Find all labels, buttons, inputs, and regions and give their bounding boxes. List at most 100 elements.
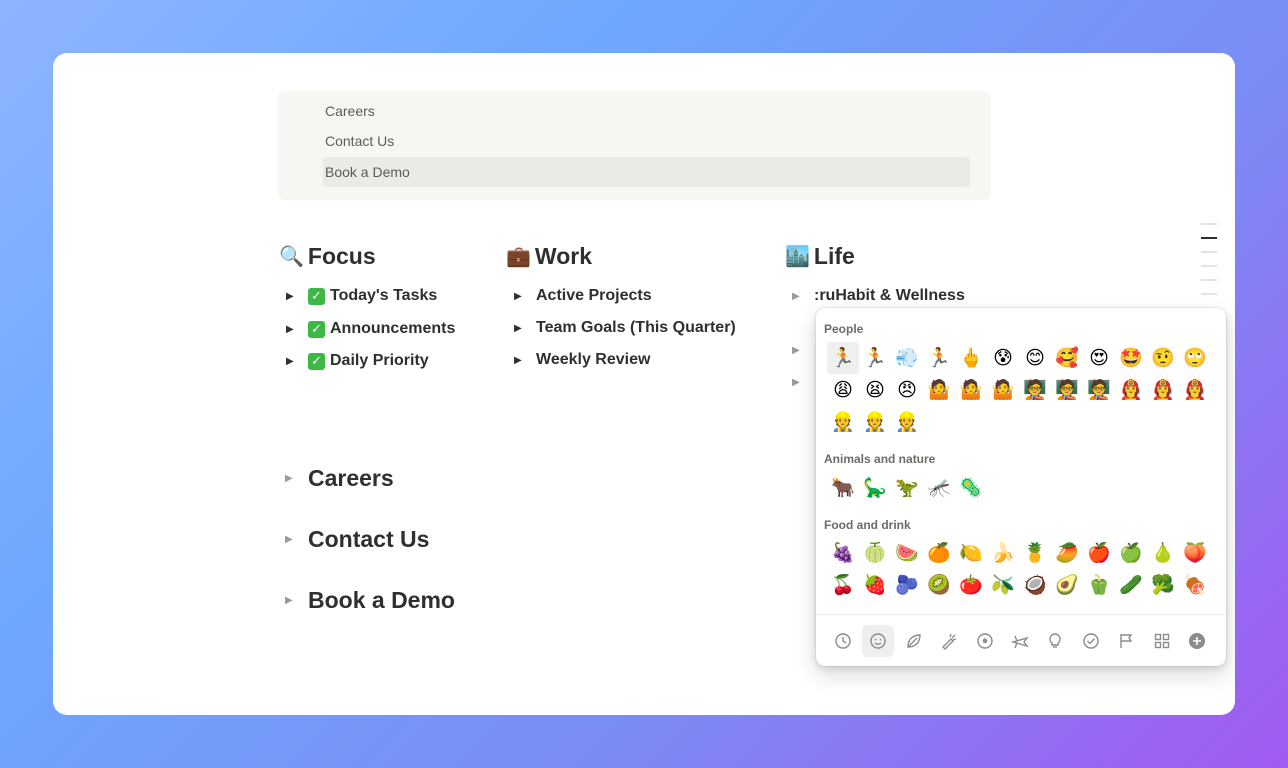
emoji-option[interactable]: 🥝 <box>923 569 955 601</box>
ball-icon[interactable] <box>969 625 1001 657</box>
carrot-icon[interactable] <box>933 625 965 657</box>
emoji-option[interactable]: 🥭 <box>1051 537 1083 569</box>
toggle-todays-tasks[interactable]: ▶ ✓ Today's Tasks <box>286 285 437 307</box>
check-icon: ✓ <box>308 352 325 370</box>
work-heading: 💼 Work <box>506 243 592 270</box>
emoji-option[interactable]: 🖕 <box>955 342 987 374</box>
emoji-option[interactable]: 🥒 <box>1115 569 1147 601</box>
emoji-option[interactable]: 🤷 <box>923 374 955 406</box>
emoji-option[interactable]: 🍑 <box>1179 537 1211 569</box>
emoji-option[interactable]: 🍌 <box>987 537 1019 569</box>
toc-item-careers[interactable]: Careers <box>323 96 970 126</box>
emoji-option[interactable]: 🍎 <box>1083 537 1115 569</box>
emoji-option[interactable]: 😫 <box>859 374 891 406</box>
emoji-option[interactable]: 🍋 <box>955 537 987 569</box>
emoji-option[interactable]: 🍒 <box>827 569 859 601</box>
emoji-option[interactable]: 🍏 <box>1115 537 1147 569</box>
emoji-option[interactable]: 🦕 <box>859 472 891 504</box>
section-title-people: People <box>824 322 864 336</box>
emoji-option[interactable]: 👷 <box>891 406 923 438</box>
emoji-option[interactable]: 🤷 <box>955 374 987 406</box>
emoji-option[interactable]: 🥰 <box>1051 342 1083 374</box>
emoji-option[interactable]: 🙄 <box>1179 342 1211 374</box>
triangle-right-icon[interactable]: ▶ <box>514 323 536 334</box>
emoji-option[interactable]: 🍊 <box>923 537 955 569</box>
emoji-option[interactable]: 🥦 <box>1147 569 1179 601</box>
emoji-option[interactable]: 🦠 <box>955 472 987 504</box>
emoji-option[interactable]: 🍉 <box>891 537 923 569</box>
emoji-option[interactable]: 🍖 <box>1179 569 1211 601</box>
emoji-option[interactable]: 🫐 <box>891 569 923 601</box>
triangle-right-icon[interactable]: ▶ <box>286 291 308 302</box>
emoji-option[interactable]: 😍 <box>1083 342 1115 374</box>
emoji-picker-scroll[interactable]: People 🏃 🏃 💨 🏃 🖕 😰 😊 🥰 😍 🤩 🤨 🙄 😩 😫 😠 🤷 🤷 🤷 🧑‍🏫 🧑‍🏫 🧑‍🏫 👩‍🚒 👩‍🚒… <box>816 308 1226 614</box>
triangle-right-icon[interactable]: ▶ <box>792 291 814 302</box>
emoji-option[interactable]: 😊 <box>1019 342 1051 374</box>
recent-icon[interactable] <box>827 625 859 657</box>
emoji-option[interactable]: 🏃 <box>923 342 955 374</box>
emoji-option[interactable]: 🫒 <box>987 569 1019 601</box>
emoji-option[interactable]: 🦖 <box>891 472 923 504</box>
emoji-option[interactable]: 👩‍🚒 <box>1179 374 1211 406</box>
plane-icon[interactable] <box>1004 625 1036 657</box>
emoji-option[interactable]: 🥥 <box>1019 569 1051 601</box>
toggle-active-projects[interactable]: ▶ Active Projects <box>514 285 652 307</box>
emoji-option[interactable]: 🦟 <box>923 472 955 504</box>
triangle-right-icon[interactable]: ▶ <box>792 377 814 388</box>
emoji-option[interactable]: 👩‍🚒 <box>1147 374 1179 406</box>
toc-item-contact-us[interactable]: Contact Us <box>323 126 970 156</box>
emoji-option[interactable]: 😰 <box>987 342 1019 374</box>
add-icon[interactable] <box>1181 625 1213 657</box>
emoji-option[interactable]: 😩 <box>827 374 859 406</box>
triangle-right-icon[interactable]: ▶ <box>792 345 814 356</box>
emoji-option[interactable]: 🐂 <box>827 472 859 504</box>
focus-heading: 🔍 Focus <box>279 243 376 270</box>
bulb-icon[interactable] <box>1039 625 1071 657</box>
emoji-option[interactable]: 🤩 <box>1115 342 1147 374</box>
triangle-right-icon[interactable]: ▶ <box>286 356 308 367</box>
emoji-option[interactable]: 🍐 <box>1147 537 1179 569</box>
emoji-option[interactable]: 🍓 <box>859 569 891 601</box>
leaf-icon[interactable] <box>898 625 930 657</box>
emoji-option[interactable]: 🏃 <box>827 342 859 374</box>
emoji-option[interactable]: 🤷 <box>987 374 1019 406</box>
toggle-team-goals[interactable]: ▶ Team Goals (This Quarter) <box>514 317 736 339</box>
triangle-right-icon[interactable]: ▶ <box>514 355 536 366</box>
emoji-option[interactable]: 👩‍🚒 <box>1115 374 1147 406</box>
emoji-option[interactable]: 🥑 <box>1051 569 1083 601</box>
toggle-announcements[interactable]: ▶ ✓ Announcements <box>286 318 455 340</box>
emoji-option[interactable]: 🤨 <box>1147 342 1179 374</box>
emoji-option[interactable]: 🏃 <box>859 342 891 374</box>
check-icon[interactable] <box>1075 625 1107 657</box>
toggle-habit-wellness[interactable]: ▶ :ruHabit & Wellness <box>792 285 965 307</box>
toggle-label: Weekly Review <box>536 351 651 368</box>
flag-icon[interactable] <box>1110 625 1142 657</box>
emoji-option[interactable]: 👷 <box>827 406 859 438</box>
emoji-option[interactable]: 🧑‍🏫 <box>1051 374 1083 406</box>
triangle-right-icon[interactable]: ▶ <box>285 534 308 545</box>
triangle-right-icon[interactable]: ▶ <box>286 324 308 335</box>
toc-item-book-a-demo[interactable]: Book a Demo <box>323 157 970 187</box>
emoji-option[interactable]: 🫑 <box>1083 569 1115 601</box>
toggle-label: Team Goals (This Quarter) <box>536 319 736 336</box>
triangle-right-icon[interactable]: ▶ <box>285 473 308 484</box>
emoji-option[interactable]: 👷 <box>859 406 891 438</box>
grid-icon[interactable] <box>1146 625 1178 657</box>
emoji-option[interactable]: 💨 <box>891 342 923 374</box>
emoji-option[interactable]: 🍇 <box>827 537 859 569</box>
emoji-option[interactable]: 🍅 <box>955 569 987 601</box>
emoji-option[interactable]: 😠 <box>891 374 923 406</box>
toggle-weekly-review[interactable]: ▶ Weekly Review <box>514 349 650 371</box>
focus-title: Focus <box>307 243 376 269</box>
emoji-option[interactable]: 🍍 <box>1019 537 1051 569</box>
smiley-icon[interactable] <box>862 624 895 657</box>
triangle-right-icon[interactable]: ▶ <box>514 291 536 302</box>
triangle-right-icon[interactable]: ▶ <box>285 595 308 606</box>
toggle-careers[interactable]: ▶ Careers <box>285 465 394 492</box>
emoji-option[interactable]: 🧑‍🏫 <box>1083 374 1115 406</box>
emoji-option[interactable]: 🧑‍🏫 <box>1019 374 1051 406</box>
toggle-daily-priority[interactable]: ▶ ✓ Daily Priority <box>286 350 429 372</box>
toggle-book-a-demo[interactable]: ▶ Book a Demo <box>285 587 455 614</box>
toggle-contact-us[interactable]: ▶ Contact Us <box>285 526 429 553</box>
emoji-option[interactable]: 🍈 <box>859 537 891 569</box>
